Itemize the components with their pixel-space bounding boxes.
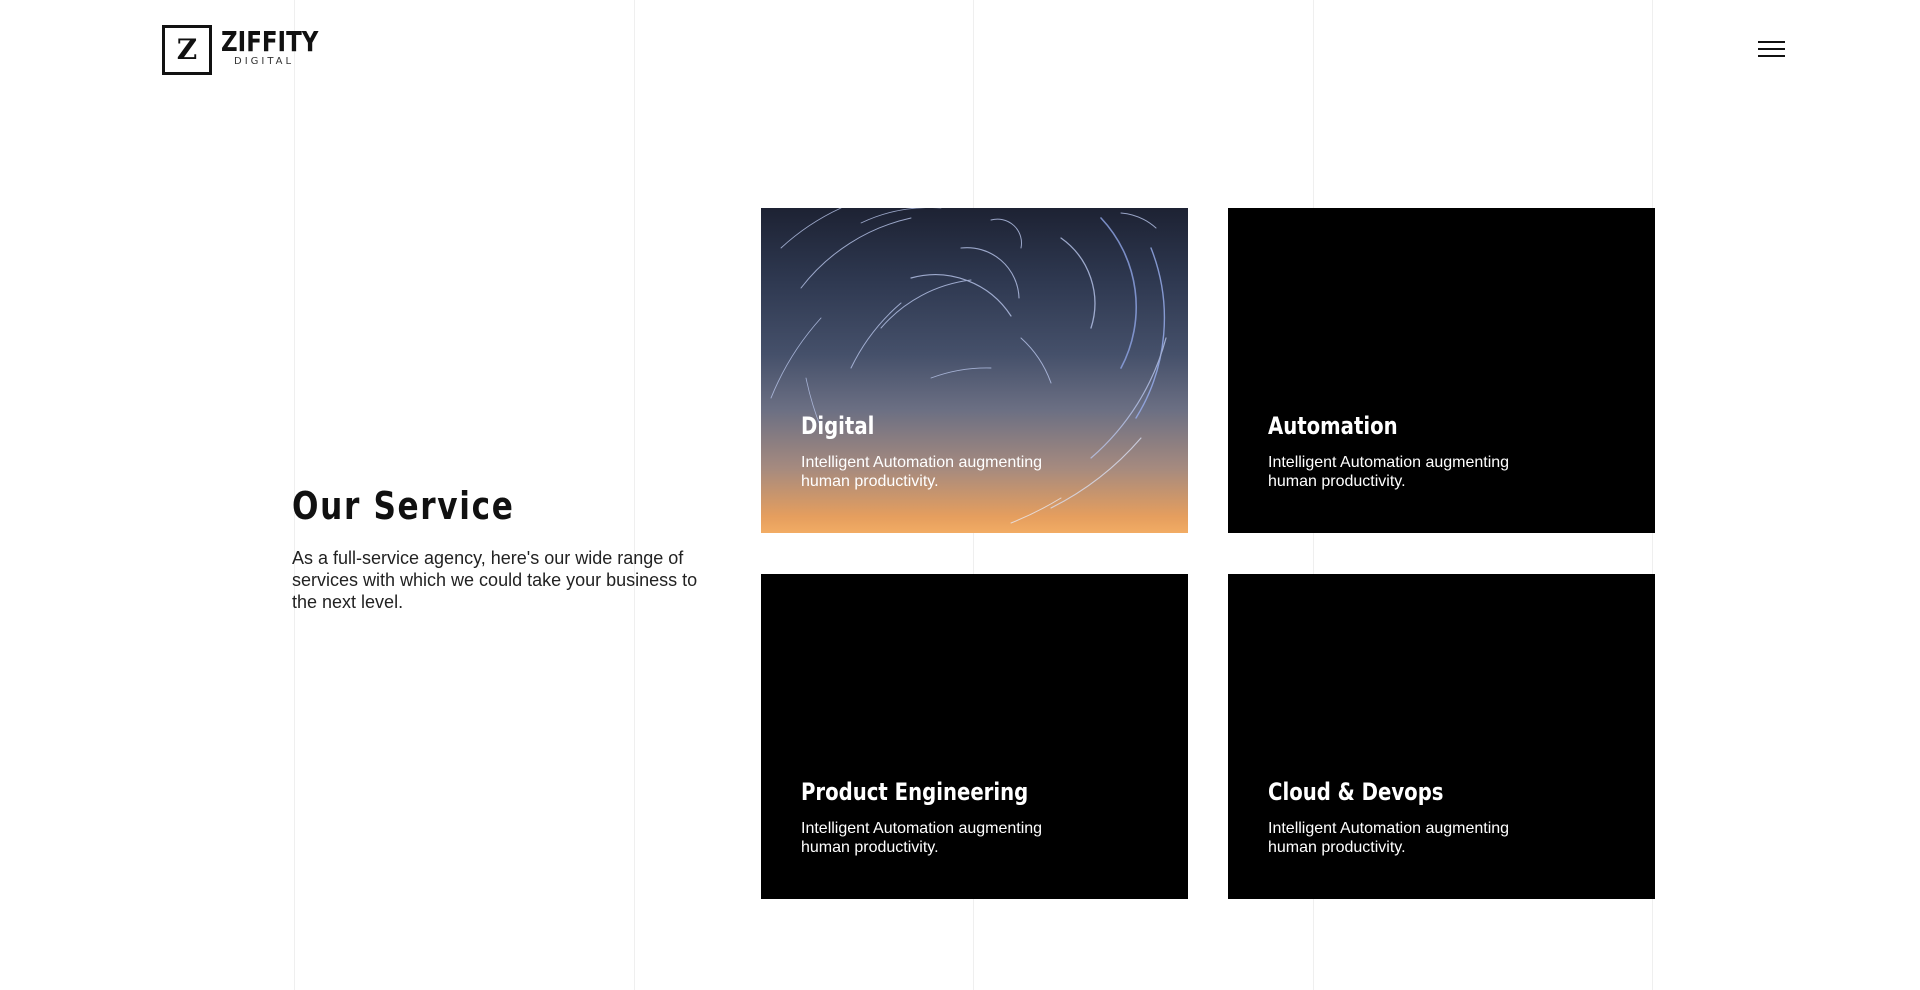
section-description: As a full-service agency, here's our wid…: [292, 548, 698, 612]
service-description: Intelligent Automation augmenting human …: [1268, 454, 1510, 490]
logo-name: ZIFFITY: [221, 25, 319, 58]
service-card-cloud-devops[interactable]: Cloud & Devops Intelligent Automation au…: [1228, 574, 1655, 899]
service-title: Cloud & Devops: [1268, 778, 1444, 806]
menu-bar: [1758, 48, 1785, 50]
service-title: Automation: [1268, 412, 1398, 440]
service-description: Intelligent Automation augmenting human …: [801, 454, 1043, 490]
menu-bar: [1758, 55, 1785, 57]
logo-text: ZIFFITY DIGITAL: [221, 25, 340, 68]
site-logo[interactable]: Z ZIFFITY DIGITAL: [162, 25, 340, 75]
section-title: Our Service: [292, 484, 515, 528]
service-card-automation[interactable]: Automation Intelligent Automation augmen…: [1228, 208, 1655, 533]
services-intro: Our Service As a full-service agency, he…: [292, 484, 712, 613]
service-card-digital[interactable]: Digital Intelligent Automation augmentin…: [761, 208, 1188, 533]
service-description: Intelligent Automation augmenting human …: [1268, 820, 1510, 856]
service-title: Digital: [801, 412, 875, 440]
service-title: Product Engineering: [801, 778, 1029, 806]
logo-mark-icon: Z: [162, 25, 212, 75]
menu-bar: [1758, 41, 1785, 43]
hamburger-menu-icon[interactable]: [1758, 38, 1785, 60]
service-card-product-engineering[interactable]: Product Engineering Intelligent Automati…: [761, 574, 1188, 899]
service-description: Intelligent Automation augmenting human …: [801, 820, 1043, 856]
